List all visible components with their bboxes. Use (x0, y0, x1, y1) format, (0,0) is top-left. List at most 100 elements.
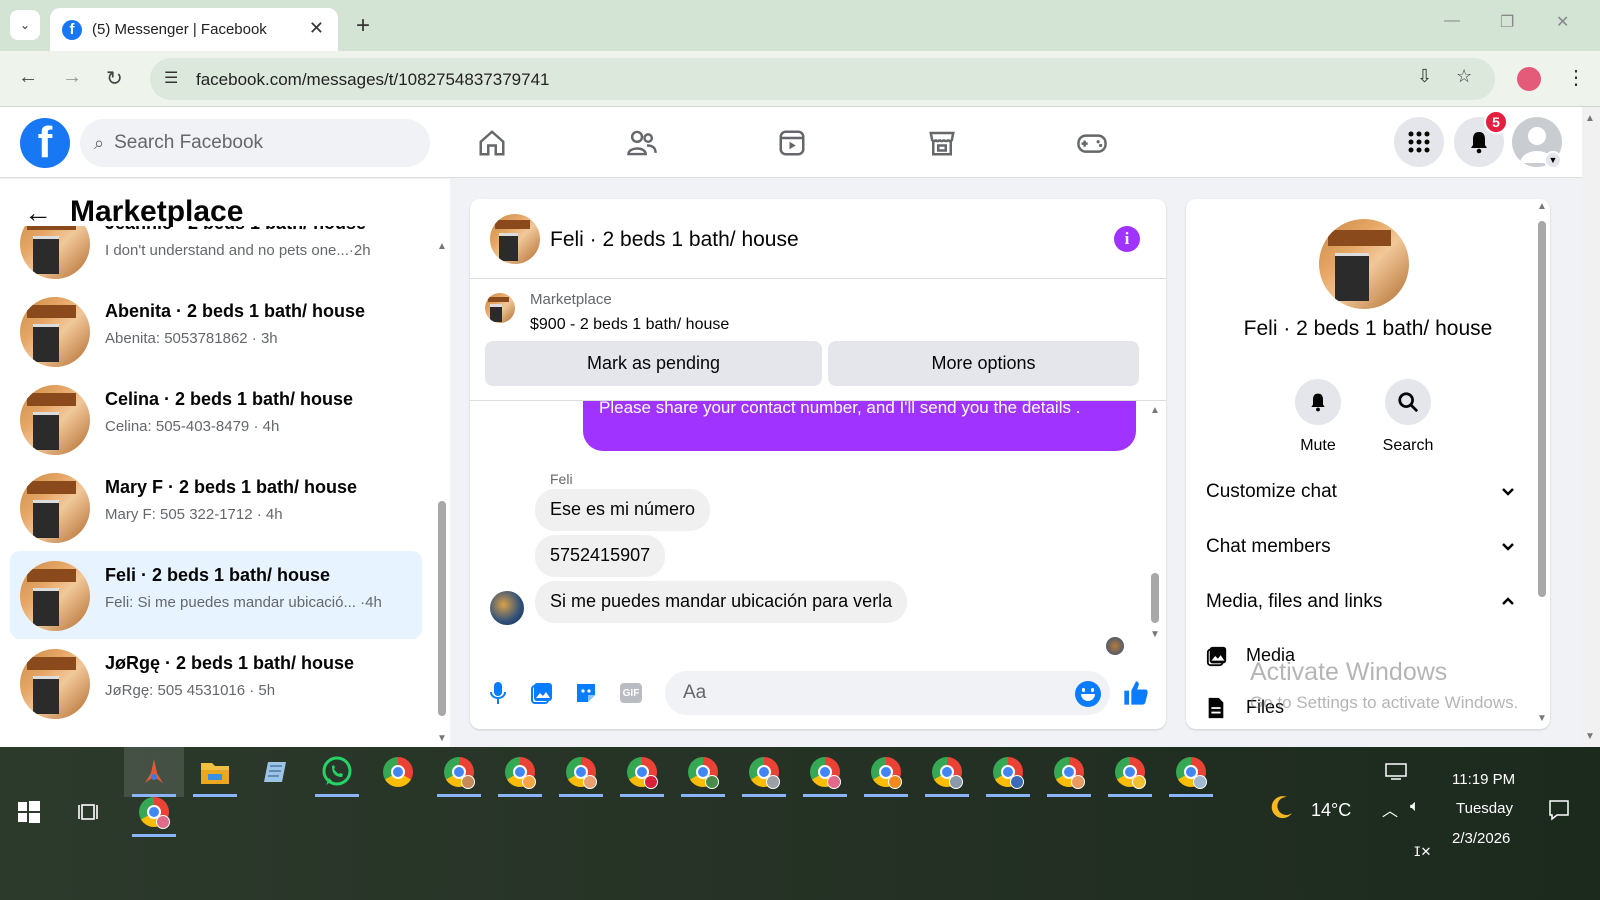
chat-members-section[interactable]: Chat members (1206, 536, 1516, 558)
scroll-up-icon[interactable]: ▲ (1537, 201, 1547, 212)
chat-item-feli[interactable]: Feli · 2 beds 1 bath/ house Feli: Si me … (10, 551, 422, 639)
start-windows-icon[interactable] (0, 787, 58, 837)
chrome-profile-icon[interactable] (612, 747, 672, 797)
weather-moon-icon[interactable] (1260, 782, 1304, 832)
mute-button[interactable]: Mute (1278, 379, 1358, 455)
profile-extension-icon[interactable] (1517, 67, 1541, 91)
video-nav-icon[interactable] (772, 125, 812, 161)
home-nav-icon[interactable] (472, 125, 512, 161)
media-files-links-section[interactable]: Media, files and links (1206, 591, 1516, 613)
chrome-profile-icon[interactable] (673, 747, 733, 797)
scroll-up-icon[interactable]: ▲ (1150, 405, 1160, 416)
bookmark-star-icon[interactable]: ☆ (1456, 66, 1472, 87)
chrome-profile-icon[interactable] (1161, 747, 1221, 797)
facebook-logo[interactable]: f (20, 118, 70, 168)
incoming-message[interactable]: 5752415907 (535, 535, 666, 577)
mark-as-pending-button[interactable]: Mark as pending (485, 341, 822, 386)
page-scrollbar[interactable]: ▲ ▼ (1582, 107, 1600, 747)
forward-icon[interactable]: → (62, 66, 82, 89)
chat-item-abenita[interactable]: Abenita · 2 beds 1 bath/ house Abenita: … (10, 287, 422, 375)
clock-date[interactable]: 2/3/2026 (1452, 830, 1510, 847)
sender-avatar[interactable] (490, 591, 524, 625)
scroll-up-icon[interactable]: ▲ (1585, 113, 1595, 124)
tab-close-icon[interactable]: ✕ (309, 18, 324, 39)
listing-thumbnail[interactable] (490, 214, 540, 264)
minimize-icon[interactable]: — (1444, 12, 1460, 30)
new-tab-button[interactable]: + (356, 12, 370, 40)
back-arrow-icon[interactable]: ← (24, 197, 52, 229)
message-input[interactable] (665, 671, 1110, 715)
weather-temperature[interactable]: 14°C (1311, 800, 1351, 821)
chrome-profile-icon[interactable] (917, 747, 977, 797)
outgoing-message[interactable]: Please share your contact number, and I'… (583, 401, 1136, 451)
chrome-profile-icon[interactable] (734, 747, 794, 797)
conversation-title[interactable]: Feli · 2 beds 1 bath/ house (550, 228, 799, 252)
scrollbar-thumb[interactable] (1151, 573, 1159, 623)
window-close-icon[interactable]: ✕ (1556, 12, 1569, 32)
friends-nav-icon[interactable] (622, 125, 662, 161)
chrome-profile-icon[interactable] (490, 747, 550, 797)
volume-icon[interactable]: 🔈︎ (1410, 798, 1420, 816)
scroll-down-icon[interactable]: ▼ (1537, 713, 1547, 724)
scroll-up-icon[interactable]: ▲ (437, 241, 447, 252)
chrome-profile-icon[interactable] (429, 747, 489, 797)
chat-item-jorge[interactable]: JøRgę · 2 beds 1 bath/ house JøRgę: 505 … (10, 639, 422, 727)
scrollbar-thumb[interactable] (1538, 221, 1546, 597)
listing-thumbnail[interactable] (1319, 219, 1409, 309)
listing-price-title[interactable]: $900 - 2 beds 1 bath/ house (530, 316, 729, 334)
chat-list-scrollbar[interactable]: ▲ ▼ (436, 179, 448, 747)
details-scrollbar[interactable]: ▲ ▼ (1536, 199, 1548, 729)
gaming-nav-icon[interactable] (1072, 125, 1112, 161)
chrome-profile-icon[interactable] (856, 747, 916, 797)
notepad-icon[interactable] (246, 747, 306, 797)
show-hidden-icons-chevron-up-icon[interactable]: ︿ (1382, 797, 1398, 821)
thread-scrollbar[interactable]: ▲ ▼ (1150, 401, 1160, 651)
facebook-search[interactable]: ⌕ (80, 119, 430, 167)
chrome-profile-icon[interactable] (795, 747, 855, 797)
site-settings-icon[interactable]: ☰ (164, 68, 178, 88)
thumbs-up-icon[interactable] (1122, 679, 1150, 707)
microphone-icon[interactable] (484, 679, 512, 707)
search-in-chat-button[interactable]: Search (1368, 379, 1448, 455)
notification-area-icon[interactable] (1376, 747, 1416, 797)
clock-time[interactable]: 11:19 PM (1452, 771, 1515, 788)
chrome-profile-icon[interactable] (978, 747, 1038, 797)
tab-search-button[interactable]: ⌄ (10, 10, 40, 40)
search-input[interactable] (114, 132, 395, 154)
chrome-profile-icon[interactable] (1100, 747, 1160, 797)
clock-day[interactable]: Tuesday (1456, 800, 1513, 817)
browser-menu-icon[interactable]: ⋮ (1566, 65, 1586, 90)
gif-icon[interactable]: GIF (620, 683, 642, 703)
chrome-profile-icon[interactable] (124, 787, 184, 837)
emoji-icon[interactable] (1075, 681, 1101, 707)
action-center-icon[interactable] (1536, 785, 1582, 835)
scroll-down-icon[interactable]: ▼ (437, 733, 447, 744)
chat-item-mary-f[interactable]: Mary F · 2 beds 1 bath/ house Mary F: 50… (10, 463, 422, 551)
chat-item-celina[interactable]: Celina · 2 beds 1 bath/ house Celina: 50… (10, 375, 422, 463)
chrome-profile-icon[interactable] (551, 747, 611, 797)
whatsapp-icon[interactable] (307, 747, 367, 797)
sticker-icon[interactable] (572, 679, 600, 707)
menu-grid-button[interactable] (1394, 117, 1444, 167)
info-icon[interactable]: i (1114, 226, 1140, 252)
browser-tab-messenger[interactable]: f (5) Messenger | Facebook ✕ (50, 8, 338, 51)
more-options-button[interactable]: More options (828, 341, 1139, 386)
photo-icon[interactable] (528, 679, 556, 707)
scroll-down-icon[interactable]: ▼ (1150, 629, 1160, 640)
chrome-profile-icon[interactable] (1039, 747, 1099, 797)
scrollbar-thumb[interactable] (438, 501, 446, 716)
chevron-down-icon[interactable]: ▼ (1544, 151, 1562, 169)
chat-item-jeannie[interactable]: Jeannie · 2 beds 1 bath/ house I don't u… (10, 226, 422, 287)
file-explorer-icon[interactable] (185, 747, 245, 797)
marketplace-nav-icon[interactable] (922, 125, 962, 161)
back-icon[interactable]: ← (18, 66, 38, 89)
network-icon[interactable]: ⵊ✕ (1414, 844, 1431, 860)
listing-thumbnail[interactable] (485, 293, 515, 323)
address-bar[interactable]: ☰ facebook.com/messages/t/10827548373797… (150, 58, 1495, 100)
task-view-icon[interactable] (60, 787, 118, 837)
install-app-icon[interactable]: ⇩ (1417, 66, 1432, 87)
customize-chat-section[interactable]: Customize chat (1206, 481, 1516, 503)
incoming-message[interactable]: Si me puedes mandar ubicación para verla (535, 581, 908, 623)
chrome-icon[interactable] (368, 747, 428, 797)
scroll-down-icon[interactable]: ▼ (1585, 731, 1595, 742)
